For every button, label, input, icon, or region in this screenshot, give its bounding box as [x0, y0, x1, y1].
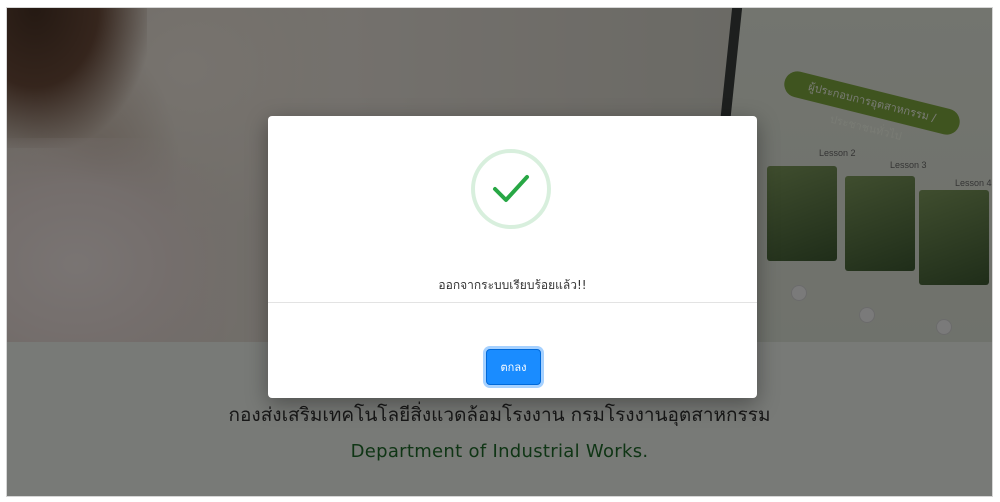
dialog-divider [268, 302, 757, 303]
check-icon [493, 175, 529, 202]
app-window: ผู้ประกอบการอุตสาหกรรม / ประชาชนทั่วไป L… [7, 8, 992, 496]
success-icon-ring [471, 149, 551, 229]
ok-button[interactable]: ตกลง [486, 349, 541, 385]
logout-message: ออกจากระบบเรียบร้อยแล้ว!! [438, 278, 587, 292]
logout-success-dialog: ออกจากระบบเรียบร้อยแล้ว!! ตกลง [268, 116, 757, 398]
